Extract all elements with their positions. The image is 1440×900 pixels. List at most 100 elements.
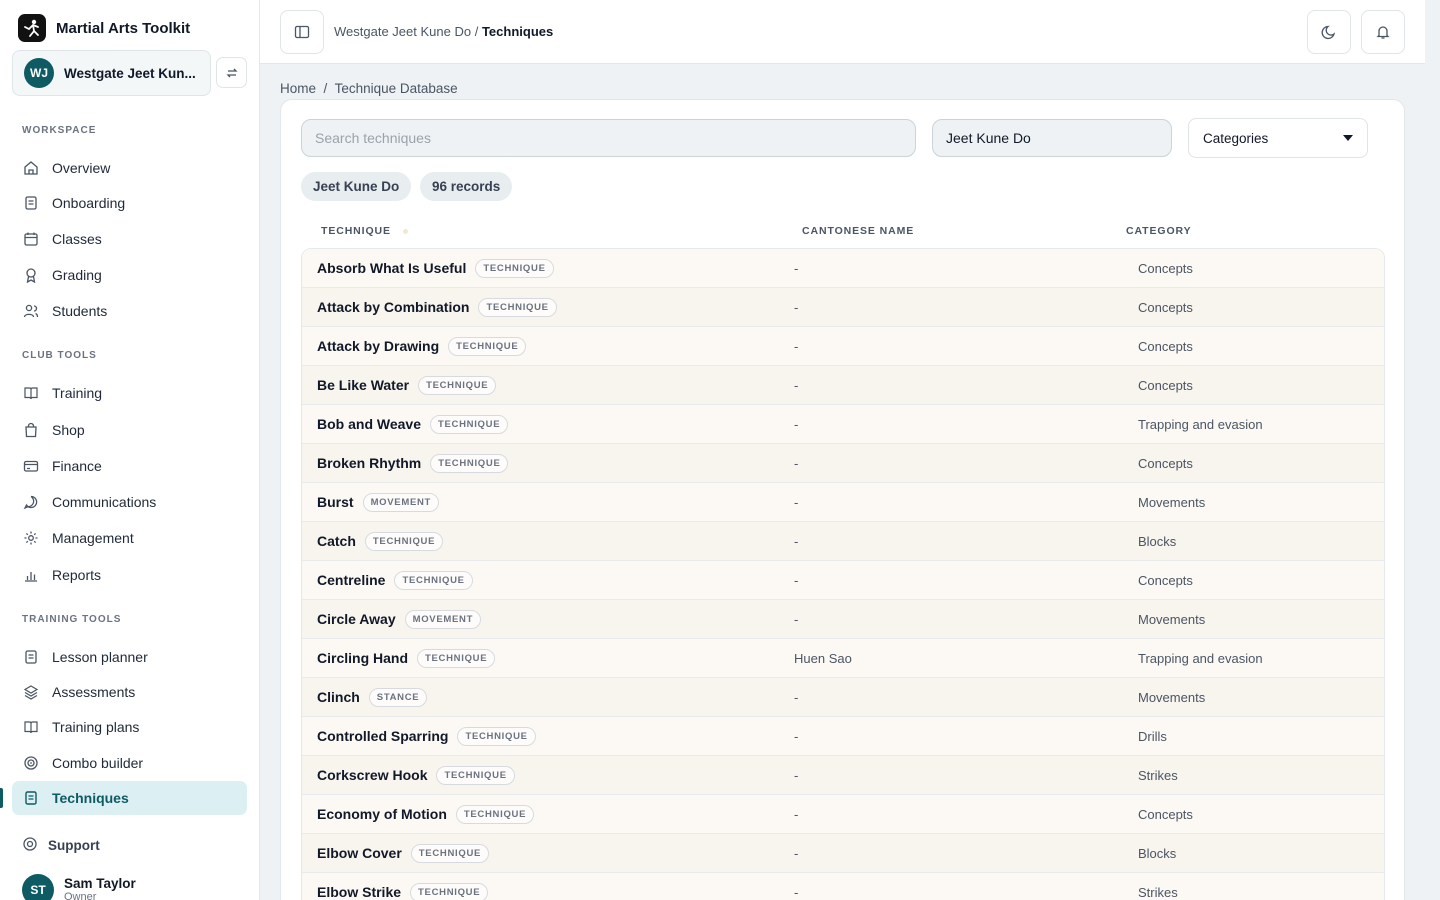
column-header-category[interactable]: CATEGORY (1126, 225, 1192, 237)
sidebar-item-reports[interactable]: Reports (12, 558, 247, 592)
technique-name[interactable]: Elbow Strike (317, 884, 401, 900)
breadcrumb-separator: / (323, 81, 328, 96)
toggle-sidebar-button[interactable] (280, 10, 324, 54)
table-row[interactable]: Controlled Sparring TECHNIQUE - Drills (302, 717, 1384, 756)
cantonese-name: Huen Sao (794, 650, 852, 666)
bell-icon (1376, 26, 1390, 39)
technique-name[interactable]: Corkscrew Hook (317, 767, 427, 783)
table-row[interactable]: Attack by Drawing TECHNIQUE - Concepts (302, 327, 1384, 366)
sidebar-item-management[interactable]: Management (12, 521, 247, 555)
technique-name[interactable]: Economy of Motion (317, 806, 447, 822)
breadcrumb: Home / Technique Database (280, 81, 458, 96)
category-cell: Drills (1138, 728, 1167, 744)
sidebar-item-training-plans[interactable]: Training plans (12, 710, 247, 744)
style-filter-field[interactable]: Jeet Kune Do (932, 119, 1172, 157)
table-row[interactable]: Centreline TECHNIQUE - Concepts (302, 561, 1384, 600)
categories-select[interactable]: Categories (1188, 118, 1368, 158)
technique-type-badge: TECHNIQUE (410, 882, 489, 900)
sidebar-item-training[interactable]: Training (12, 376, 247, 410)
app-title[interactable]: Martial Arts Toolkit (18, 14, 190, 42)
technique-name[interactable]: Controlled Sparring (317, 728, 448, 744)
style-chip: Jeet Kune Do (301, 172, 412, 201)
sidebar-item-combo-builder[interactable]: Combo builder (12, 746, 247, 780)
technique-type-badge: TECHNIQUE (364, 531, 444, 551)
table-row[interactable]: Clinch STANCE - Movements (302, 678, 1384, 717)
technique-cell: Burst MOVEMENT (317, 492, 440, 512)
breadcrumb-home[interactable]: Home (280, 81, 316, 96)
notifications-button[interactable] (1361, 10, 1405, 54)
support-link[interactable]: Support (22, 836, 100, 855)
clipboard-list-icon (22, 648, 40, 666)
sidebar-item-label: Lesson planner (52, 649, 148, 665)
chat-bubble-icon (22, 493, 40, 511)
sidebar-item-lesson-planner[interactable]: Lesson planner (12, 640, 247, 674)
theme-toggle-button[interactable] (1307, 10, 1351, 54)
table-row[interactable]: Economy of Motion TECHNIQUE - Concepts (302, 795, 1384, 834)
technique-type-badge: TECHNIQUE (455, 804, 535, 824)
sidebar-item-label: Onboarding (52, 195, 126, 211)
column-header-technique[interactable]: TECHNIQUE (321, 225, 408, 237)
table-row[interactable]: Burst MOVEMENT - Movements (302, 483, 1384, 522)
technique-name[interactable]: Burst (317, 494, 354, 510)
technique-name[interactable]: Absorb What Is Useful (317, 260, 466, 276)
technique-name[interactable]: Elbow Cover (317, 845, 402, 861)
club-avatar: WJ (24, 58, 54, 88)
sidebar-item-grading[interactable]: Grading (12, 258, 247, 292)
technique-name[interactable]: Centreline (317, 572, 385, 588)
technique-name[interactable]: Broken Rhythm (317, 455, 421, 471)
table-row[interactable]: Corkscrew Hook TECHNIQUE - Strikes (302, 756, 1384, 795)
technique-name[interactable]: Attack by Combination (317, 299, 469, 315)
column-header-cantonese[interactable]: CANTONESE NAME (802, 225, 914, 237)
technique-name[interactable]: Attack by Drawing (317, 338, 439, 354)
sidebar-item-label: Training (52, 385, 103, 401)
sidebar-item-communications[interactable]: Communications (12, 485, 247, 519)
column-header-label: TECHNIQUE (321, 225, 391, 237)
document-icon (22, 789, 40, 807)
table-row[interactable]: Absorb What Is Useful TECHNIQUE - Concepts (302, 249, 1384, 288)
table-row[interactable]: Catch TECHNIQUE - Blocks (302, 522, 1384, 561)
table-row[interactable]: Circling Hand TECHNIQUE Huen Sao Trapping a… (302, 639, 1384, 678)
table-row[interactable]: Elbow Strike TECHNIQUE - Strikes (302, 873, 1384, 900)
cantonese-name: - (794, 260, 799, 276)
sidebar-item-classes[interactable]: Classes (12, 222, 247, 256)
category-cell: Strikes (1138, 884, 1178, 900)
table-row[interactable]: Bob and Weave TECHNIQUE - Trapping and evas… (302, 405, 1384, 444)
user-name: Sam Taylor (64, 876, 136, 891)
topbar-club-link[interactable]: Westgate Jeet Kune Do (334, 24, 471, 39)
sidebar-item-assessments[interactable]: Assessments (12, 675, 247, 709)
sidebar-item-label: Communications (52, 494, 157, 510)
cantonese-name: - (794, 572, 799, 588)
sidebar-item-finance[interactable]: Finance (12, 449, 247, 483)
table-row[interactable]: Circle Away MOVEMENT - Movements (302, 600, 1384, 639)
technique-name[interactable]: Clinch (317, 689, 360, 705)
technique-cell: Be Like Water TECHNIQUE (317, 375, 497, 395)
user-profile[interactable]: ST Sam Taylor Owner (22, 874, 136, 900)
sidebar-item-overview[interactable]: Overview (12, 151, 247, 185)
sidebar-item-onboarding[interactable]: Onboarding (12, 186, 247, 220)
switch-club-button[interactable] (216, 57, 247, 88)
sidebar-item-techniques[interactable]: Techniques (12, 781, 247, 815)
technique-name[interactable]: Circling Hand (317, 650, 408, 666)
technique-name[interactable]: Circle Away (317, 611, 396, 627)
table-row[interactable]: Elbow Cover TECHNIQUE - Blocks (302, 834, 1384, 873)
moon-icon (1321, 25, 1336, 40)
technique-cell: Corkscrew Hook TECHNIQUE (317, 765, 515, 785)
technique-name[interactable]: Be Like Water (317, 377, 409, 393)
topbar-breadcrumb: Westgate Jeet Kune Do / Techniques (334, 24, 553, 39)
credit-card-icon (22, 457, 40, 475)
technique-name[interactable]: Catch (317, 533, 356, 549)
table-row[interactable]: Broken Rhythm TECHNIQUE - Concepts (302, 444, 1384, 483)
technique-type-badge: TECHNIQUE (475, 258, 554, 278)
sidebar-item-shop[interactable]: Shop (12, 413, 247, 447)
categories-select-value: Categories (1203, 130, 1269, 146)
table-row[interactable]: Be Like Water TECHNIQUE - Concepts (302, 366, 1384, 405)
category-cell: Movements (1138, 494, 1206, 510)
search-input[interactable] (301, 119, 916, 157)
table-row[interactable]: Attack by Combination TECHNIQUE - Concepts (302, 288, 1384, 327)
book-open-icon (22, 384, 40, 402)
club-selector[interactable]: WJ Westgate Jeet Kun... (12, 50, 211, 96)
sidebar-item-label: Overview (52, 160, 111, 176)
technique-name[interactable]: Bob and Weave (317, 416, 421, 432)
sidebar-item-students[interactable]: Students (12, 294, 247, 328)
technique-type-badge: TECHNIQUE (457, 726, 536, 746)
